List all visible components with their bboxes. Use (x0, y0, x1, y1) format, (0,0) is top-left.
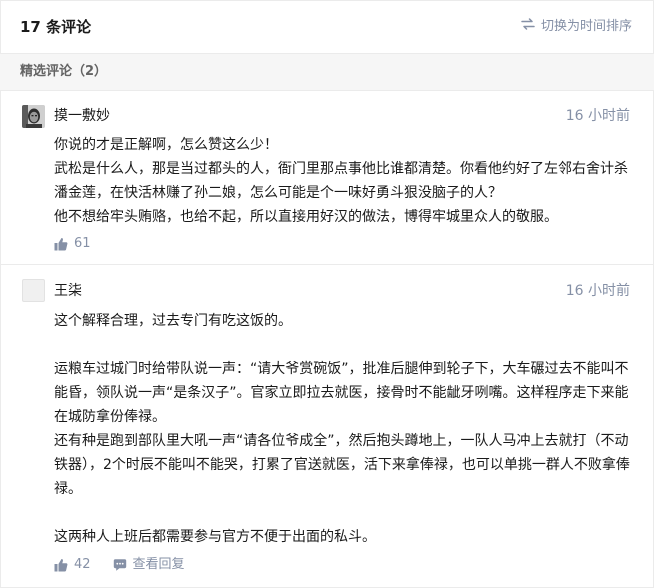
comment-body: 这个解释合理，过去专门有吃这饭的。 运粮车过城门时给带队说一声：“请大爷赏碗饭”… (54, 309, 634, 549)
featured-comments-section: 精选评论（2） (0, 54, 654, 91)
comment-author[interactable]: 王柒 (54, 281, 82, 301)
avatar[interactable] (22, 279, 45, 302)
comment-line: 这两种人上班后都需要参与官方不便于出面的私斗。 (54, 529, 376, 545)
comment-time: 16 小时前 (565, 108, 630, 124)
comment-line: 武松是什么人，那是当过都头的人，衙门里那点事他比谁都清楚。你看他约好了左邻右舍计… (54, 161, 628, 201)
comments-header: 17 条评论 切换为时间排序 (0, 0, 654, 54)
comment-line: 这个解释合理，过去专门有吃这饭的。 (54, 313, 292, 329)
like-count: 61 (74, 236, 91, 251)
comment-body: 你说的才是正解啊，怎么赞这么少！ 武松是什么人，那是当过都头的人，衙门里那点事他… (54, 133, 634, 229)
thumbs-up-icon (54, 558, 68, 572)
comment-line: 还有种是跑到部队里大吼一声“请各位爷成全”，然后抱头蹲地上，一队人马冲上去就打（… (54, 433, 630, 497)
thumbs-up-icon (54, 237, 68, 251)
view-replies-button[interactable]: 查看回复 (113, 556, 185, 574)
comment-line: 你说的才是正解啊，怎么赞这么少！ (54, 137, 278, 153)
sort-toggle-label: 切换为时间排序 (540, 19, 632, 34)
featured-comments-label: 精选评论（2） (20, 64, 108, 79)
comment-author[interactable]: 摸一敷妙 (54, 106, 110, 126)
comment-item: 摸一敷妙 16 小时前 你说的才是正解啊，怎么赞这么少！ 武松是什么人，那是当过… (0, 91, 654, 265)
comment-time: 16 小时前 (565, 283, 630, 299)
comment-actions: 61 (54, 235, 91, 253)
like-button[interactable]: 61 (54, 235, 91, 253)
like-count: 42 (74, 557, 91, 572)
view-replies-label: 查看回复 (132, 557, 185, 572)
reply-bubble-icon (113, 558, 127, 572)
sort-toggle-button[interactable]: 切换为时间排序 (521, 18, 632, 36)
comment-line: 他不想给牢头贿赂，也给不起，所以直接用好汉的做法，博得牢城里众人的敬服。 (54, 209, 558, 225)
comment-count-title: 17 条评论 (20, 18, 92, 36)
avatar[interactable] (22, 105, 45, 128)
like-button[interactable]: 42 (54, 556, 91, 574)
comment-actions: 42 查看回复 (54, 556, 185, 574)
swap-icon (521, 18, 535, 36)
comment-line: 运粮车过城门时给带队说一声：“请大爷赏碗饭”，批准后腿伸到轮子下，大车碾过去不能… (54, 361, 629, 425)
comment-item: 王柒 16 小时前 这个解释合理，过去专门有吃这饭的。 运粮车过城门时给带队说一… (0, 277, 654, 587)
